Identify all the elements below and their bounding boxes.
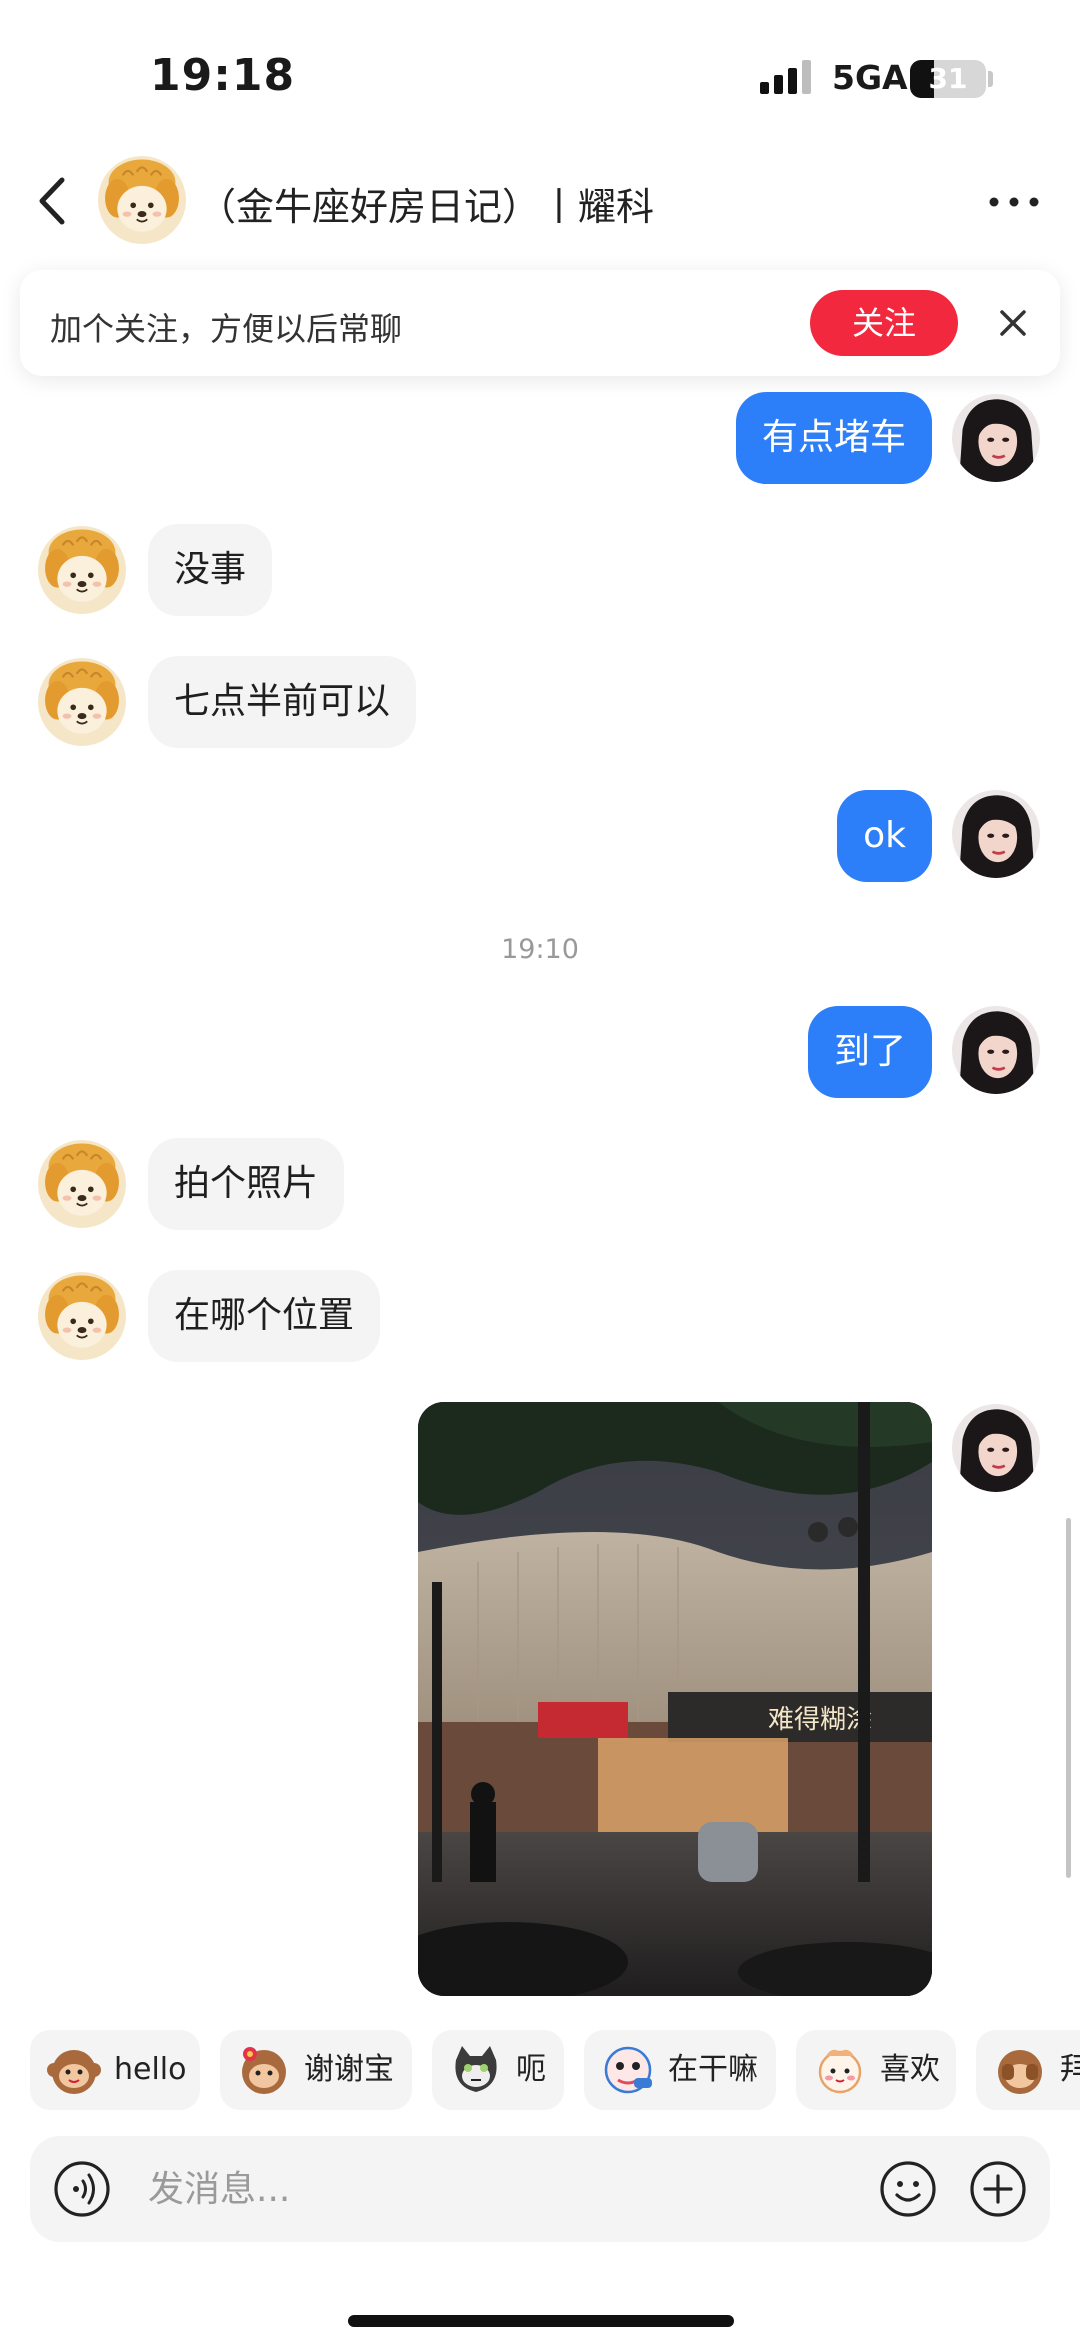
message-input[interactable] [148,2152,868,2226]
message-bubble-outgoing[interactable]: 有点堵车 [735,392,932,484]
shop-sign: 难得糊涂 [768,1705,872,1735]
message-bubble-outgoing[interactable]: ok [837,790,932,882]
contact-avatar[interactable] [38,658,126,746]
message-bubble-incoming[interactable]: 七点半前可以 [148,656,417,748]
smiley-icon [880,2161,936,2217]
quick-reply-label: 拜 [1060,2052,1080,2087]
more-dots-icon [989,197,1039,207]
my-avatar[interactable] [952,1404,1040,1492]
monkey-hello-icon [47,2050,101,2094]
quick-reply-hello[interactable]: hello [30,2030,200,2110]
my-avatar[interactable] [952,1006,1040,1094]
message-bubble-incoming[interactable]: 在哪个位置 [148,1270,381,1362]
chevron-left-icon [39,177,65,225]
contact-avatar[interactable] [38,526,126,614]
more-options-button[interactable] [984,182,1044,222]
message-bubble-incoming[interactable]: 拍个照片 [148,1138,345,1230]
follow-button[interactable]: 关注 [810,290,958,356]
quick-reply-label: hello [114,2052,187,2087]
quick-reply-bar: hello 谢谢宝 呃 在干嘛 喜欢 拜 [0,2030,1080,2110]
quick-reply-uh[interactable]: 呃 [432,2030,564,2110]
back-button[interactable] [28,168,78,234]
monkey-bye-icon [998,2050,1042,2094]
quick-reply-what-doing[interactable]: 在干嘛 [584,2030,776,2110]
image-message[interactable]: 难得糊涂 [418,1402,932,1996]
input-bar [30,2136,1050,2242]
quick-reply-thanks[interactable]: 谢谢宝 [220,2030,412,2110]
status-time: 19:18 [150,50,296,101]
network-label: 5GA [832,58,908,97]
contact-avatar[interactable] [38,1140,126,1228]
quick-reply-label: 在干嘛 [668,2052,758,2087]
emoji-button[interactable] [878,2159,938,2219]
plus-icon [970,2161,1026,2217]
follow-banner-text: 加个关注，方便以后常聊 [50,310,403,348]
close-icon [1000,310,1026,336]
cat-face-icon [455,2046,497,2092]
voice-button[interactable] [52,2159,112,2219]
battery-icon: 31 [910,60,986,98]
peeking-face-icon [604,2046,652,2094]
quick-reply-label: 呃 [516,2052,546,2087]
chat-title: （金牛座好房日记）丨耀科 [198,185,655,229]
message-bubble-incoming[interactable]: 没事 [148,524,273,616]
close-banner-button[interactable] [988,298,1038,348]
contact-avatar[interactable] [98,156,186,244]
scrollbar[interactable] [1066,1518,1071,1878]
quick-reply-like[interactable]: 喜欢 [796,2030,956,2110]
follow-banner: 加个关注，方便以后常聊 关注 [20,270,1060,376]
my-avatar[interactable] [952,394,1040,482]
monkey-flower-icon [242,2047,286,2094]
quick-reply-label: 喜欢 [880,2052,940,2087]
signal-icon [760,60,811,94]
street-photo: 难得糊涂 [418,1402,932,1996]
more-actions-button[interactable] [968,2159,1028,2219]
home-indicator[interactable] [348,2315,734,2327]
voice-icon [54,2161,110,2217]
message-bubble-outgoing[interactable]: 到了 [807,1006,932,1098]
quick-reply-label: 谢谢宝 [304,2052,394,2087]
quick-reply-bye[interactable]: 拜 [976,2030,1080,2110]
blushing-face-icon [818,2049,862,2094]
contact-avatar[interactable] [38,1272,126,1360]
battery-level: 31 [928,62,968,95]
my-avatar[interactable] [952,790,1040,878]
timestamp-divider: 19:10 [501,934,579,965]
battery-tip [988,71,993,87]
